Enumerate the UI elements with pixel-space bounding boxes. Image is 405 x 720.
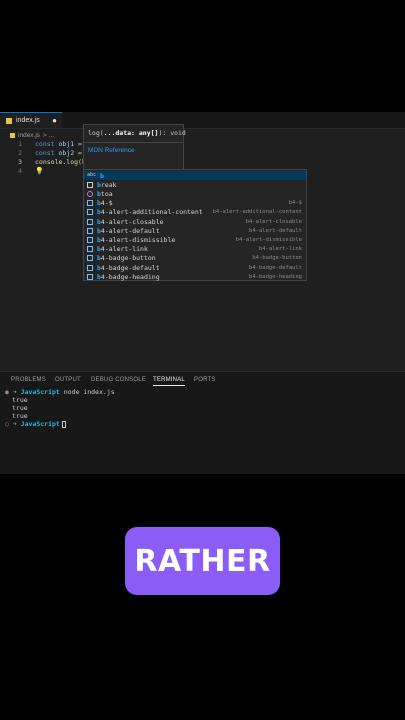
code-text: obj2 =	[54, 149, 82, 157]
tab-output[interactable]: OUTPUT	[55, 377, 81, 383]
signature-help-popup: log(...data: any[]): void MDN Reference	[83, 124, 186, 170]
suggestion-item[interactable]: b4-alert-link b4-alert-link	[84, 245, 306, 254]
suggestion-item[interactable]: b4-$ b4-$	[84, 199, 306, 208]
terminal-output-line: true	[12, 412, 28, 420]
suggestion-detail: b4-alert-additional-content	[212, 209, 302, 216]
tab-terminal[interactable]: TERMINAL	[153, 377, 185, 386]
suggestion-label: b4-$	[97, 199, 113, 208]
editor-tab-bar: index.js ●	[0, 112, 405, 129]
suggestion-label: b4-alert-link	[97, 245, 148, 254]
snippet-icon	[87, 273, 93, 280]
code-line-1[interactable]: 1 const obj1 =	[0, 140, 82, 149]
line-number: 4	[18, 167, 22, 175]
terminal-cursor	[61, 420, 66, 428]
suggestion-widget: abc b break btoa b4-$ b4-$ b4-alert-additional…	[83, 169, 307, 281]
snippet-icon	[87, 218, 93, 225]
code-editor: index.js ● index.js > ... 1 const obj1 =…	[0, 112, 405, 474]
unsaved-dot-icon[interactable]: ●	[52, 116, 57, 125]
suggestion-detail: b4-badge-default	[249, 264, 302, 271]
javascript-file-icon	[6, 117, 12, 124]
suggestion-detail: b4-$	[288, 200, 302, 207]
code-line-3[interactable]: 3 console.log(b)	[0, 158, 90, 167]
terminal-output-line: true	[12, 396, 28, 404]
text-word-icon: abc	[87, 171, 97, 178]
snippet-icon	[87, 200, 93, 207]
suggestion-label: b4-alert-additional-content	[97, 208, 203, 217]
breadcrumb-separator[interactable]: > ...	[43, 132, 54, 139]
lightbulb-icon[interactable]: 💡	[35, 167, 44, 176]
breadcrumb-file[interactable]: index.js	[18, 132, 40, 139]
tab-ports[interactable]: PORTS	[194, 377, 216, 383]
bottom-panel: PROBLEMS OUTPUT DEBUG CONSOLE TERMINAL P…	[0, 371, 405, 474]
snippet-icon	[87, 227, 93, 234]
keyword: const	[35, 140, 55, 148]
suggestion-item[interactable]: b4-badge-heading b4-badge-heading	[84, 272, 306, 281]
suggestion-item[interactable]: b4-badge-button b4-badge-button	[84, 254, 306, 263]
signature-text: log(...data: any[]): void	[88, 129, 186, 137]
suggestion-detail: b4-alert-dismissible	[235, 236, 302, 243]
tab-problems[interactable]: PROBLEMS	[11, 377, 46, 383]
tab-index-js[interactable]: index.js ●	[0, 112, 62, 128]
line-number: 2	[18, 149, 22, 157]
javascript-file-icon	[10, 133, 15, 138]
suggestion-detail: b4-badge-button	[252, 255, 302, 262]
suggestion-label: b	[100, 171, 104, 180]
tab-filename: index.js	[16, 117, 40, 124]
keyword: const	[35, 149, 55, 157]
suggestion-detail: b4-badge-heading	[249, 273, 302, 280]
keyword-icon	[87, 181, 93, 188]
suggestion-detail: b4-alert-link	[258, 246, 302, 253]
tab-debug-console[interactable]: DEBUG CONSOLE	[91, 377, 146, 383]
code-line-2[interactable]: 2 const obj2 =	[0, 149, 82, 158]
snippet-icon	[87, 236, 93, 243]
suggestion-label: b4-alert-default	[97, 226, 160, 235]
suggestion-label: break	[97, 180, 117, 189]
function-icon	[87, 190, 93, 197]
suggestion-label: b4-badge-default	[97, 263, 160, 272]
suggestion-item[interactable]: break	[84, 180, 306, 189]
suggestion-item[interactable]: b4-alert-additional-content b4-alert-addi…	[84, 208, 306, 217]
suggestion-item[interactable]: b4-badge-default b4-badge-default	[84, 263, 306, 272]
suggestion-label: b4-alert-dismissible	[97, 235, 176, 244]
suggestion-item[interactable]: b4-alert-default b4-alert-default	[84, 226, 306, 235]
suggestion-item[interactable]: abc b	[84, 171, 306, 181]
snippet-icon	[87, 255, 93, 262]
suggestion-item[interactable]: btoa	[84, 189, 306, 198]
terminal-prompt-line[interactable]: ○ ➜ JavaScript	[5, 420, 66, 428]
suggestion-item[interactable]: b4-alert-dismissible b4-alert-dismissible	[84, 235, 306, 244]
code-text: obj1 =	[54, 140, 82, 148]
caption-banner: RATHER	[125, 527, 280, 595]
snippet-icon	[87, 209, 93, 216]
suggestion-label: b4-badge-button	[97, 254, 156, 263]
terminal-command-line: ● ➜ JavaScript node index.js	[5, 388, 115, 396]
suggestion-label: b4-alert-closable	[97, 217, 164, 226]
active-parameter: ...data: any[]	[103, 129, 159, 137]
terminal-output-line: true	[12, 404, 28, 412]
line-number: 3	[18, 158, 22, 166]
line-number: 1	[18, 140, 22, 148]
suggestion-label: btoa	[97, 189, 113, 198]
snippet-icon	[87, 246, 93, 253]
suggestion-detail: b4-alert-closable	[245, 218, 302, 225]
code-text: console.log(b)	[35, 158, 90, 166]
suggestion-item[interactable]: b4-alert-closable b4-alert-closable	[84, 217, 306, 226]
code-line-4[interactable]: 4 💡	[0, 167, 44, 176]
divider	[84, 142, 183, 143]
suggestion-label: b4-badge-heading	[97, 272, 160, 281]
suggestion-detail: b4-alert-default	[249, 227, 302, 234]
snippet-icon	[87, 264, 93, 271]
mdn-reference-link[interactable]: MDN Reference	[88, 147, 135, 154]
